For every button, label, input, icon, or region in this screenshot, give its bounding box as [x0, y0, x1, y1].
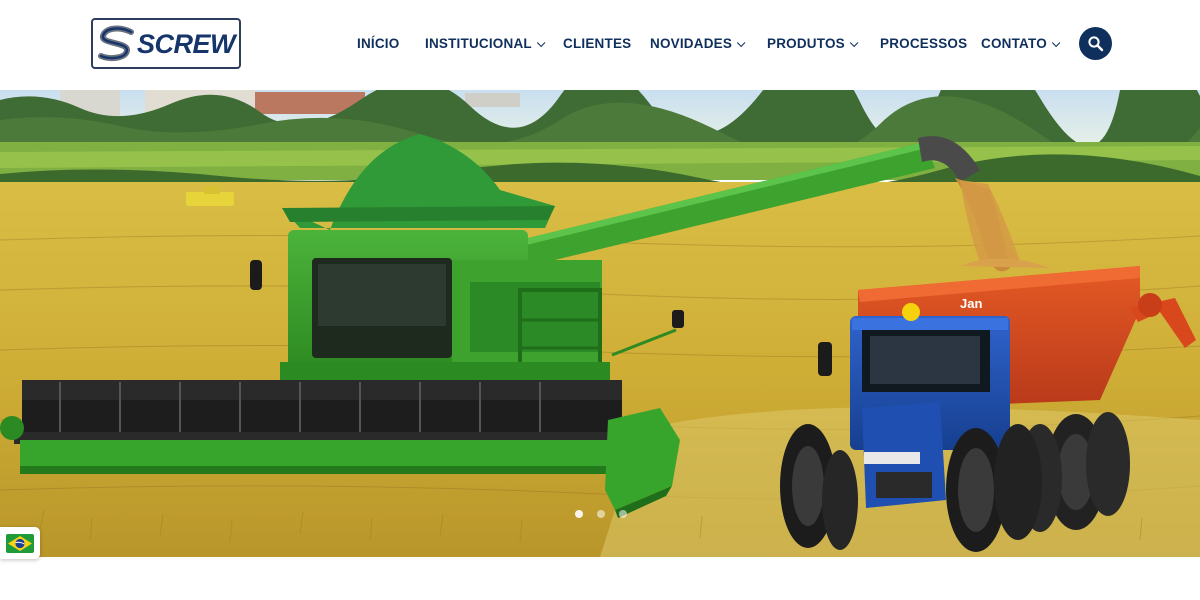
nav-item-label: INÍCIO: [357, 36, 400, 51]
nav-item-label: CLIENTES: [563, 36, 632, 51]
nav-item-label: CONTATO: [981, 36, 1047, 51]
slider-dot[interactable]: [575, 510, 583, 518]
language-selector[interactable]: [0, 527, 40, 559]
chevron-down-icon: [536, 38, 546, 48]
chevron-down-icon: [736, 38, 746, 48]
nav-item-label: INSTITUCIONAL: [425, 36, 532, 51]
main-nav: INÍCIO INSTITUCIONAL CLIENTES NOVIDADES …: [0, 0, 1200, 90]
chevron-down-icon: [849, 38, 859, 48]
nav-item-novidades[interactable]: NOVIDADES: [650, 36, 746, 51]
nav-item-processos[interactable]: PROCESSOS: [880, 36, 967, 51]
nav-item-clientes[interactable]: CLIENTES: [563, 36, 631, 51]
slider-dot[interactable]: [597, 510, 605, 518]
nav-item-label: PRODUTOS: [767, 36, 845, 51]
nav-item-produtos[interactable]: PRODUTOS: [767, 36, 859, 51]
nav-item-label: PROCESSOS: [880, 36, 968, 51]
hero-slider[interactable]: Jan: [0, 90, 1200, 557]
hero-image: Jan: [0, 90, 1200, 557]
svg-text:Jan: Jan: [960, 296, 982, 311]
nav-item-label: NOVIDADES: [650, 36, 733, 51]
search-icon: [1088, 36, 1104, 52]
brazil-flag-icon: [6, 534, 34, 553]
site-header: SCREW INÍCIO INSTITUCIONAL CLIENTES NOVI…: [0, 0, 1200, 90]
search-button[interactable]: [1079, 27, 1112, 60]
nav-item-institucional[interactable]: INSTITUCIONAL: [425, 36, 546, 51]
nav-item-contato[interactable]: CONTATO: [981, 36, 1061, 51]
slider-dot[interactable]: [619, 510, 627, 518]
chevron-down-icon: [1051, 38, 1061, 48]
nav-item-inicio[interactable]: INÍCIO: [357, 36, 399, 51]
